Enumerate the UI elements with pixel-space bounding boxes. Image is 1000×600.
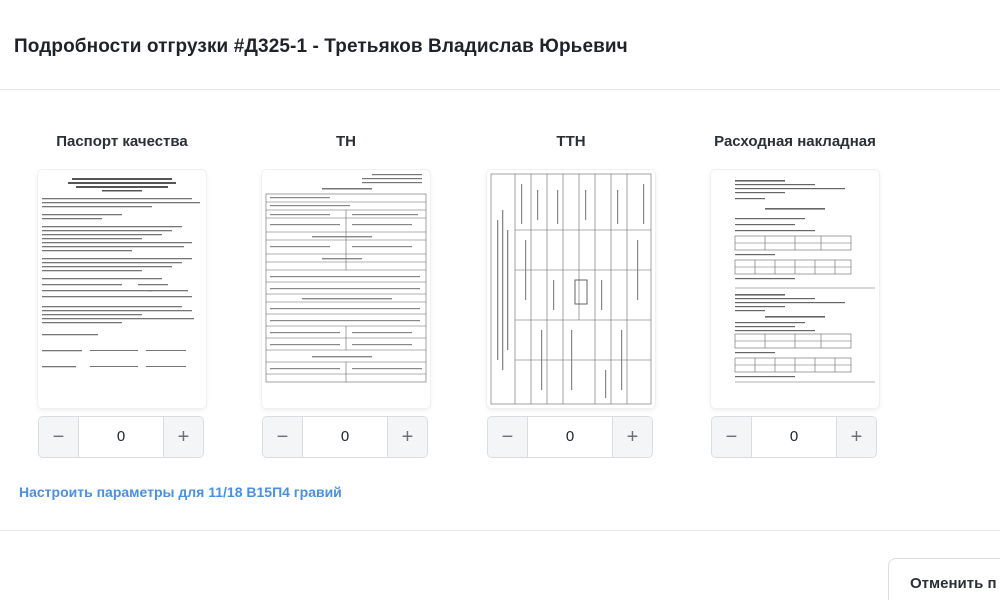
- quantity-stepper[interactable]: − 0 +: [262, 416, 428, 458]
- increment-button[interactable]: +: [163, 417, 203, 457]
- plus-icon: +: [626, 426, 639, 448]
- page-title: Подробности отгрузки #Д325-1 - Третьяков…: [14, 36, 628, 57]
- increment-button[interactable]: +: [387, 417, 427, 457]
- quantity-stepper[interactable]: − 0 +: [38, 416, 204, 458]
- quantity-input[interactable]: 0: [528, 417, 612, 457]
- increment-button[interactable]: +: [612, 417, 652, 457]
- quantity-stepper[interactable]: − 0 +: [487, 416, 653, 458]
- quantity-stepper[interactable]: − 0 +: [711, 416, 877, 458]
- document-label: ТН: [336, 133, 356, 150]
- decrement-button[interactable]: −: [488, 417, 528, 457]
- document-preview-expense-invoice[interactable]: [711, 170, 879, 408]
- document-card-tn: ТН − 0 +: [262, 132, 430, 458]
- quantity-input[interactable]: 0: [303, 417, 387, 457]
- increment-button[interactable]: +: [836, 417, 876, 457]
- document-preview-tn[interactable]: [262, 170, 430, 408]
- document-card-ttn: ТТН − 0 +: [487, 132, 655, 458]
- configure-parameters-link[interactable]: Настроить параметры для 11/18 В15П4 грав…: [19, 484, 342, 500]
- document-label: Паспорт качества: [56, 133, 188, 150]
- minus-icon: −: [276, 426, 289, 448]
- header: Подробности отгрузки #Д325-1 - Третьяков…: [0, 0, 1000, 90]
- document-preview-quality-passport[interactable]: [38, 170, 206, 408]
- document-card-expense-invoice: Расходная накладная − 0 +: [711, 132, 879, 458]
- minus-icon: −: [501, 426, 514, 448]
- quantity-input[interactable]: 0: [79, 417, 163, 457]
- footer-divider: [0, 530, 1000, 531]
- cancel-button[interactable]: Отменить п: [888, 558, 1000, 600]
- plus-icon: +: [401, 426, 414, 448]
- document-label: Расходная накладная: [714, 133, 876, 150]
- document-preview-ttn[interactable]: [487, 170, 655, 408]
- document-card-quality-passport: Паспорт качества − 0 +: [38, 132, 206, 458]
- minus-icon: −: [52, 426, 65, 448]
- decrement-button[interactable]: −: [263, 417, 303, 457]
- quantity-input[interactable]: 0: [752, 417, 836, 457]
- decrement-button[interactable]: −: [39, 417, 79, 457]
- plus-icon: +: [850, 426, 863, 448]
- plus-icon: +: [177, 426, 190, 448]
- minus-icon: −: [725, 426, 738, 448]
- document-label: ТТН: [556, 133, 586, 150]
- decrement-button[interactable]: −: [712, 417, 752, 457]
